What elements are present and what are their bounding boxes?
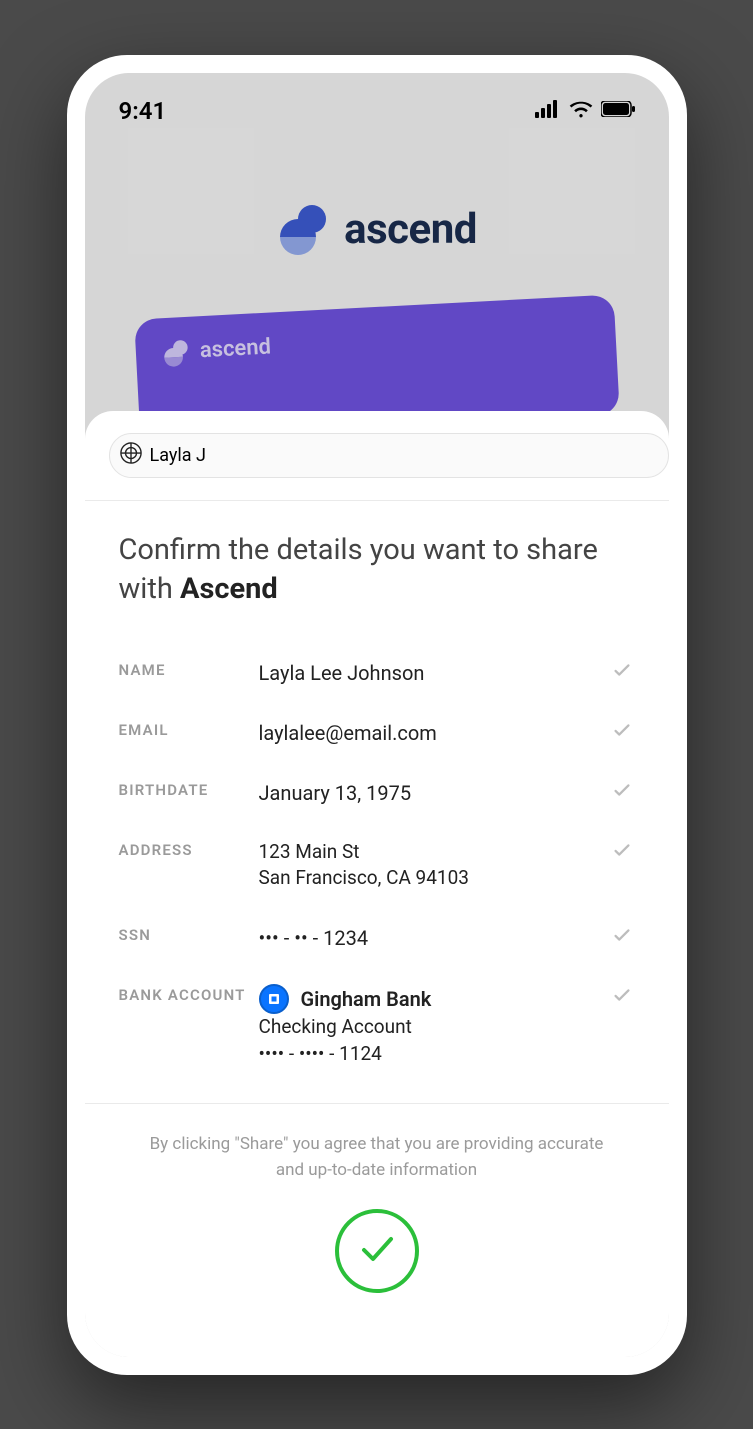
label-bank: BANK ACCOUNT (119, 984, 259, 1004)
user-chip-label: Layla J (150, 445, 206, 466)
bank-icon (259, 984, 289, 1014)
address-line2: San Francisco, CA 94103 (259, 865, 611, 892)
detail-row-ssn[interactable]: SSN ••• - •• - 1234 (119, 908, 635, 968)
signal-icon (535, 100, 561, 122)
detail-row-name[interactable]: NAME Layla Lee Johnson (119, 643, 635, 703)
share-confirm-button[interactable] (335, 1209, 419, 1293)
status-time: 9:41 (119, 97, 167, 125)
user-chip[interactable]: Layla J (109, 433, 669, 478)
checkmark-icon (354, 1226, 400, 1276)
value-name: Layla Lee Johnson (259, 659, 611, 687)
bank-name: Gingham Bank (301, 985, 432, 1013)
phone-frame: 9:41 (67, 55, 687, 1375)
label-address: ADDRESS (119, 839, 259, 859)
bank-number: •••• - •••• - 1124 (259, 1041, 611, 1068)
check-icon (611, 659, 635, 685)
ascend-wordmark: ascend (344, 205, 477, 254)
value-address: 123 Main St San Francisco, CA 94103 (259, 839, 611, 892)
bank-type: Checking Account (259, 1014, 611, 1041)
status-icons (535, 100, 635, 122)
detail-row-bank[interactable]: BANK ACCOUNT Gingham Bank Checking Accou… (119, 968, 635, 1083)
wifi-icon (569, 100, 593, 122)
phone-screen: 9:41 (85, 73, 669, 1357)
card-logo-icon (161, 338, 190, 367)
value-birthdate: January 13, 1975 (259, 779, 611, 807)
label-email: EMAIL (119, 719, 259, 739)
value-ssn: ••• - •• - 1234 (259, 924, 611, 952)
card-wordmark: ascend (199, 334, 271, 363)
detail-row-address[interactable]: ADDRESS 123 Main St San Francisco, CA 94… (119, 823, 635, 908)
sheet-title-target: Ascend (180, 572, 278, 606)
value-bank: Gingham Bank Checking Account •••• - •••… (259, 984, 611, 1067)
ascend-logo: ascend (276, 203, 477, 257)
status-bar: 9:41 (85, 73, 669, 131)
footer-disclaimer: By clicking "Share" you agree that you a… (85, 1103, 669, 1183)
check-icon (611, 839, 635, 865)
check-icon (611, 719, 635, 745)
check-icon (611, 984, 635, 1010)
detail-row-birthdate[interactable]: BIRTHDATE January 13, 1975 (119, 763, 635, 823)
label-name: NAME (119, 659, 259, 679)
sheet-content: Confirm the details you want to share wi… (85, 501, 669, 1084)
address-line1: 123 Main St (259, 839, 611, 866)
user-avatar-icon (120, 442, 142, 469)
label-ssn: SSN (119, 924, 259, 944)
share-details-sheet: Layla J Confirm the details you want to … (85, 411, 669, 1357)
value-email: laylalee@email.com (259, 719, 611, 747)
check-icon (611, 924, 635, 950)
detail-list: NAME Layla Lee Johnson EMAIL laylalee@em… (119, 643, 635, 1083)
label-birthdate: BIRTHDATE (119, 779, 259, 799)
ascend-logo-icon (276, 203, 330, 257)
sheet-title: Confirm the details you want to share wi… (119, 531, 635, 609)
battery-icon (601, 101, 635, 121)
detail-row-email[interactable]: EMAIL laylalee@email.com (119, 703, 635, 763)
check-icon (611, 779, 635, 805)
